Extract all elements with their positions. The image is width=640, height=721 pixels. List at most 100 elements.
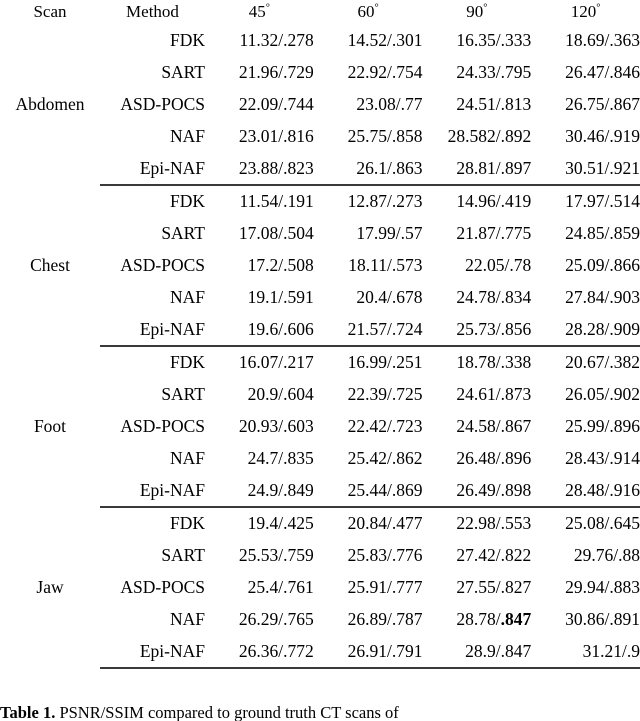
table-header: Scan Method 45° 60° 90° 120° (0, 0, 640, 24)
metric-cell: 25.4/.761 (247, 576, 314, 597)
method-label-sart: SART (161, 61, 205, 82)
metric-cell: 22.98/.553 (456, 512, 532, 533)
metric-cell: 30.46/.919 (565, 126, 640, 147)
metric-cell: 26.1/.863 (313, 152, 423, 186)
metric-cell: 25.09/.866 (565, 254, 640, 275)
method-label-epi-naf: Epi-NAF (100, 474, 205, 508)
metric-cell: 18.11/.573 (348, 254, 423, 275)
metric-cell: 14.52/.301 (347, 29, 423, 50)
metric-cell: 12.87/.273 (347, 191, 423, 212)
method-label-epi-naf: Epi-NAF (100, 313, 205, 347)
results-table: Scan Method 45° 60° 90° 120° Abdomen FDK 1… (0, 0, 640, 669)
metric-cell: 18.69/.363 (565, 29, 640, 50)
metric-cell: 28.43/.914 (565, 448, 640, 469)
metric-cell: 25.53/.759 (238, 544, 314, 565)
metric-cell: 20.67/.382 (565, 351, 640, 372)
method-label-sart: SART (161, 544, 205, 565)
metric-cell: 22.09/.744 (238, 93, 314, 114)
column-header-angle-90: 90° (423, 0, 532, 24)
metric-cell: 25.83/.776 (347, 544, 423, 565)
method-label-sart: SART (161, 383, 205, 404)
table-row: Jaw FDK 19.4/.425 20.84/.477 22.98/.553 25.08… (0, 507, 640, 597)
scan-label-abdomen: Abdomen (15, 93, 85, 114)
method-label-naf: NAF (169, 287, 205, 308)
method-label-fdk: FDK (169, 512, 205, 533)
metric-cell: 29.94/.883 (565, 576, 640, 597)
metric-cell: 25.73/.856 (422, 313, 532, 347)
degree-symbol-icon: ° (596, 2, 601, 14)
metric-cell: 11.32/.278 (239, 29, 314, 50)
metric-cell: 30.51/.921 (531, 152, 640, 186)
degree-symbol-icon: ° (483, 2, 488, 14)
metric-cell: 26.48/.896 (456, 448, 532, 469)
scan-group-chest: Chest FDK 11.54/.191 12.87/.273 14.96/.419 17… (0, 185, 640, 347)
column-header-angle-45: 45° (205, 0, 314, 24)
metric-cell: 24.85/.859 (565, 222, 640, 243)
metric-cell: 26.47/.846 (565, 61, 640, 82)
table-row: Abdomen FDK 11.32/.278 14.52/.301 16.35/.333… (0, 24, 640, 114)
metric-cell: 17.99/.57 (356, 222, 423, 243)
table-caption: Table 1. PSNR/SSIM compared to ground tr… (0, 703, 640, 721)
metric-cell: 25.99/.896 (565, 415, 640, 436)
metric-cell: 28.81/.897 (422, 152, 532, 186)
metric-cell: 25.91/.777 (347, 576, 423, 597)
metric-cell: 26.49/.898 (422, 474, 532, 508)
column-header-angle-60: 60° (314, 0, 423, 24)
metric-cell: 27.55/.827 (456, 576, 532, 597)
method-label-naf: NAF (169, 608, 205, 629)
angle-value-90: 90 (466, 2, 484, 21)
metric-cell: 22.39/.725 (347, 383, 423, 404)
metric-cell: 27.42/.822 (456, 544, 532, 565)
metric-cell: 16.07/.217 (238, 351, 314, 372)
metric-cell: 28.28/.909 (531, 313, 640, 347)
scan-label-foot: Foot (33, 415, 67, 436)
metric-cell: 28.582/.892 (447, 126, 532, 147)
metric-cell: 24.78/.834 (456, 287, 532, 308)
metric-cell: 23.88/.823 (205, 152, 314, 186)
metric-cell: 23.08/.77 (356, 93, 423, 114)
metric-cell: 30.86/.891 (565, 608, 640, 629)
method-label-asd-pocs: ASD-POCS (120, 93, 205, 114)
caption-label: Table 1. (0, 703, 56, 721)
method-label-asd-pocs: ASD-POCS (120, 254, 205, 275)
metric-cell: 22.42/.723 (347, 415, 423, 436)
table-row: Foot FDK 16.07/.217 16.99/.251 18.78/.338 20.… (0, 346, 640, 436)
metric-cell: 28.48/.916 (531, 474, 640, 508)
metric-cell: 21.96/.729 (238, 61, 314, 82)
scan-label-chest: Chest (30, 254, 70, 275)
metric-cell: 24.61/.873 (456, 383, 532, 404)
method-label-asd-pocs: ASD-POCS (120, 576, 205, 597)
metric-cell: 25.44/.869 (313, 474, 423, 508)
metric-cell: 21.57/.724 (313, 313, 423, 347)
metric-cell: 23.01/.816 (238, 126, 314, 147)
metric-cell: 16.99/.251 (347, 351, 423, 372)
method-label-fdk: FDK (169, 29, 205, 50)
metric-cell: 25.08/.645 (565, 512, 640, 533)
metric-cell: 26.05/.902 (565, 383, 640, 404)
metric-cell: 22.92/.754 (347, 61, 423, 82)
metric-cell: 22.05/.78 (465, 254, 532, 275)
angle-value-45: 45 (248, 2, 266, 21)
metric-cell: 17.97/.514 (565, 191, 640, 212)
scan-group-abdomen: Abdomen FDK 11.32/.278 14.52/.301 16.35/.333… (0, 24, 640, 186)
column-header-method: Method (126, 2, 179, 21)
metric-cell: 11.54/.191 (239, 191, 314, 212)
metric-cell: 24.7/.835 (247, 448, 314, 469)
method-label-fdk: FDK (169, 351, 205, 372)
metric-cell: 24.33/.795 (456, 61, 532, 82)
scan-group-foot: Foot FDK 16.07/.217 16.99/.251 18.78/.338 20.… (0, 346, 640, 508)
method-label-sart: SART (161, 222, 205, 243)
metric-cell: 31.21/.9 (531, 635, 640, 669)
scan-group-jaw: Jaw FDK 19.4/.425 20.84/.477 22.98/.553 25.08… (0, 507, 640, 669)
method-label-fdk: FDK (169, 191, 205, 212)
metric-cell: 21.87/.775 (456, 222, 532, 243)
method-label-naf: NAF (169, 126, 205, 147)
metric-cell: 20.4/.678 (356, 287, 423, 308)
column-header-angle-120: 120° (531, 0, 640, 24)
metric-cell: 19.4/.425 (247, 512, 314, 533)
method-label-naf: NAF (169, 448, 205, 469)
method-label-epi-naf: Epi-NAF (100, 152, 205, 186)
metric-cell: 26.29/.765 (238, 608, 314, 629)
angle-value-60: 60 (357, 2, 375, 21)
metric-cell: 17.2/.508 (247, 254, 314, 275)
